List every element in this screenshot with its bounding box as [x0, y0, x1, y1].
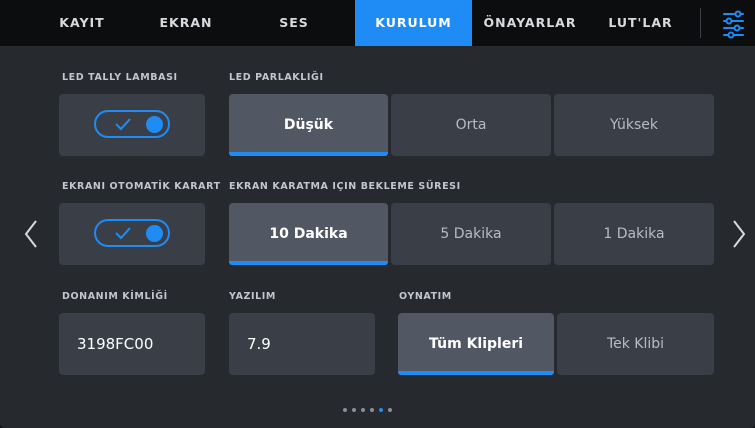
toggle-knob — [146, 116, 163, 133]
brightness-option-medium[interactable]: Orta — [391, 94, 551, 156]
option-label: Yüksek — [610, 117, 658, 133]
playback-label: OYNATIM — [399, 291, 452, 302]
software-box: 7.9 — [229, 313, 375, 375]
toggle-knob — [146, 225, 163, 242]
selected-indicator — [229, 152, 388, 156]
tab-monitor[interactable]: EKRAN — [141, 0, 231, 46]
option-label: 5 Dakika — [440, 226, 502, 242]
page-dot[interactable] — [361, 408, 365, 412]
checkmark-icon — [115, 118, 131, 131]
playback-option-single-clip[interactable]: Tek Klibi — [557, 313, 714, 375]
led-tally-toggle[interactable] — [94, 110, 170, 138]
software-value: 7.9 — [247, 335, 271, 353]
page-indicator — [343, 397, 397, 416]
tab-record[interactable]: KAYIT — [47, 0, 117, 46]
previous-page-arrow-icon[interactable] — [22, 218, 40, 250]
dim-wait-option-1[interactable]: 1 Dakika — [554, 203, 714, 265]
dim-wait-label: EKRAN KARATMA IÇIN BEKLEME SÜRESI — [229, 181, 461, 192]
page-dot[interactable] — [388, 408, 392, 412]
option-label: Tüm Klipleri — [428, 336, 524, 352]
auto-dim-toggle[interactable] — [94, 219, 170, 247]
checkmark-icon — [115, 227, 131, 240]
dim-wait-option-5[interactable]: 5 Dakika — [391, 203, 551, 265]
brightness-option-high[interactable]: Yüksek — [554, 94, 714, 156]
tab-luts[interactable]: LUT'LAR — [588, 0, 693, 46]
option-label: Düşük — [283, 117, 334, 133]
dim-wait-option-10[interactable]: 10 Dakika — [229, 203, 388, 265]
selected-indicator — [398, 371, 554, 375]
page-dot[interactable] — [370, 408, 374, 412]
settings-sliders-button[interactable] — [704, 0, 755, 46]
hardware-id-label: DONANIM KİMLİĞİ — [62, 291, 168, 302]
led-brightness-label: LED PARLAKLIĞI — [229, 72, 324, 83]
option-label: 1 Dakika — [603, 226, 665, 242]
page-dot[interactable] — [352, 408, 356, 412]
led-tally-label: LED TALLY LAMBASI — [62, 72, 178, 83]
tab-bar: KAYIT EKRAN SES KURULUM ÖNAYARLAR LUT'LA… — [0, 0, 755, 46]
hardware-id-value: 3198FC00 — [77, 335, 154, 353]
selected-indicator — [229, 261, 388, 265]
option-label: 10 Dakika — [269, 226, 348, 242]
brightness-option-low[interactable]: Düşük — [229, 94, 388, 156]
page-dot[interactable] — [379, 408, 383, 412]
playback-option-all-clips[interactable]: Tüm Klipleri — [398, 313, 554, 375]
auto-dim-label: EKRANI OTOMATİK KARART — [62, 181, 221, 192]
camera-setup-screen: KAYIT EKRAN SES KURULUM ÖNAYARLAR LUT'LA… — [0, 0, 755, 428]
software-label: YAZILIM — [229, 291, 276, 302]
tab-divider — [700, 8, 701, 38]
next-page-arrow-icon[interactable] — [730, 218, 748, 250]
option-label: Orta — [455, 117, 487, 133]
settings-sliders-icon — [723, 10, 744, 39]
option-label: Tek Klibi — [606, 336, 665, 352]
tab-setup[interactable]: KURULUM — [355, 0, 472, 46]
page-dot[interactable] — [343, 408, 347, 412]
hardware-id-box: 3198FC00 — [59, 313, 205, 375]
tab-presets[interactable]: ÖNAYARLAR — [472, 0, 588, 46]
auto-dim-box — [59, 203, 205, 265]
led-tally-box — [59, 94, 205, 156]
tab-audio[interactable]: SES — [254, 0, 334, 46]
